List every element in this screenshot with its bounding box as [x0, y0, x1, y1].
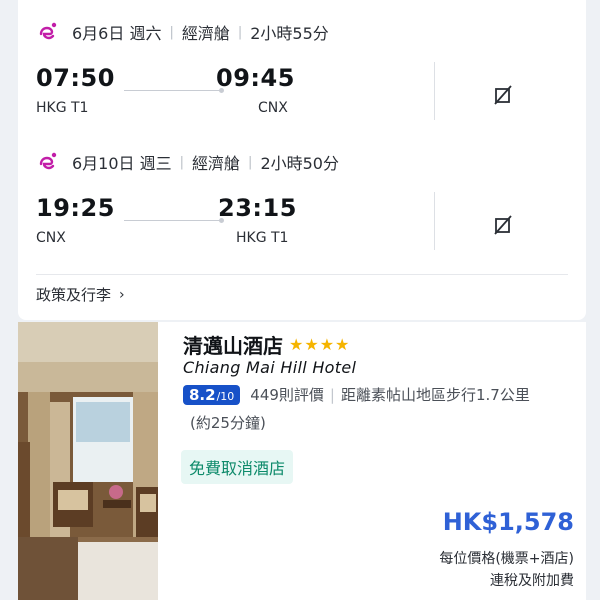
arrive-time: 09:45	[216, 64, 295, 92]
policy-baggage-link[interactable]: 政策及行李 ›	[36, 284, 125, 305]
review-count[interactable]: 449則評價	[250, 384, 324, 405]
cabin-class: 經濟艙	[192, 154, 241, 173]
hotel-name-row: 清邁山酒店 ★ ★ ★ ★	[183, 330, 350, 359]
hotel-stars: ★ ★ ★ ★	[289, 334, 350, 354]
depart-airport: CNX	[36, 230, 66, 246]
free-cancel-badge: 免費取消酒店	[181, 450, 294, 484]
rating-score: 8.2	[189, 385, 216, 404]
divider	[434, 192, 435, 250]
price-note-line-1: 每位價格(機票+酒店)	[439, 551, 574, 567]
flight-duration: 2小時50分	[260, 154, 339, 173]
rating-row: 8.2 /10 449則評價 | 距離素帖山地區步行1.7公里	[183, 384, 530, 405]
price-note-line-2: 連稅及附加費	[490, 573, 574, 589]
route-line	[124, 218, 224, 223]
chevron-right-icon: ›	[119, 286, 125, 303]
flight-leg-1-header: 6月6日 週六 | 經濟艙 | 2小時55分	[36, 18, 329, 46]
rating-badge: 8.2 /10	[183, 384, 241, 405]
hotel-card[interactable]: 清邁山酒店 ★ ★ ★ ★ Chiang Mai Hill Hotel 8.2 …	[18, 322, 586, 600]
route-line	[124, 88, 224, 93]
airline-logo-icon	[39, 152, 57, 170]
star-icon: ★	[304, 334, 319, 354]
arrive-airport: HKG T1	[236, 230, 289, 246]
rating-outof: /10	[216, 389, 235, 403]
price-note: 每位價格(機票+酒店) 連稅及附加費	[439, 548, 574, 592]
distance-text: 距離素帖山地區步行1.7公里	[340, 386, 530, 404]
flight-date: 6月6日 週六	[72, 24, 162, 43]
policy-label: 政策及行李	[36, 286, 112, 304]
depart-time: 07:50	[36, 64, 115, 92]
arrive-time: 23:15	[218, 194, 297, 222]
separator: |	[179, 154, 185, 170]
flight-card: 6月6日 週六 | 經濟艙 | 2小時55分 07:50 09:45 HKG T…	[18, 0, 586, 320]
price: HK$1,578	[442, 508, 574, 536]
no-refund-icon[interactable]	[492, 84, 514, 106]
separator: |	[329, 385, 335, 404]
separator: |	[248, 154, 253, 170]
divider	[36, 274, 568, 275]
no-refund-icon[interactable]	[492, 214, 514, 236]
hotel-photo[interactable]	[18, 322, 158, 600]
star-icon: ★	[335, 334, 350, 354]
cabin-class: 經濟艙	[181, 24, 230, 43]
depart-time: 19:25	[36, 194, 115, 222]
hotel-name-english: Chiang Mai Hill Hotel	[183, 358, 357, 377]
arrive-airport: CNX	[258, 100, 288, 116]
flight-leg-2-header: 6月10日 週三 | 經濟艙 | 2小時50分	[36, 148, 339, 176]
flight-duration: 2小時55分	[250, 24, 329, 43]
divider	[434, 62, 435, 120]
star-icon: ★	[289, 334, 304, 354]
distance-time: (約25分鐘)	[190, 414, 266, 432]
airline-logo-icon	[39, 22, 57, 40]
separator: |	[169, 24, 174, 40]
flight-date: 6月10日 週三	[72, 154, 172, 173]
depart-airport: HKG T1	[36, 100, 89, 116]
hotel-name: 清邁山酒店	[183, 334, 283, 358]
star-icon: ★	[319, 334, 335, 354]
separator: |	[237, 24, 243, 40]
